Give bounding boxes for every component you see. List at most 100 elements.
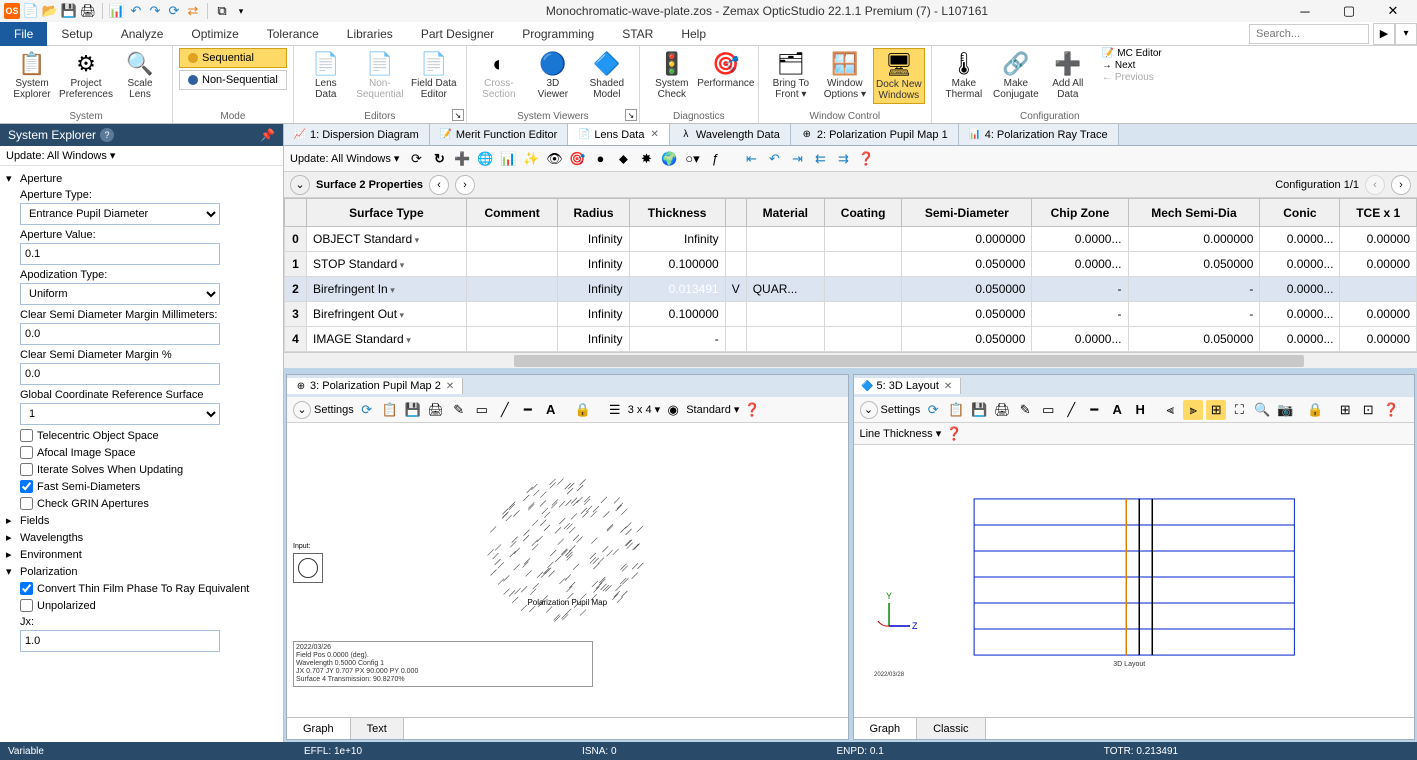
col-header[interactable]: Chip Zone [1032, 199, 1128, 227]
grid-cell[interactable] [466, 227, 558, 252]
ribbon-3d-viewer[interactable]: 🔵3D Viewer [527, 48, 579, 102]
layout-pen-icon[interactable]: ✎ [1015, 400, 1035, 420]
check-telecentric-object-space[interactable] [20, 429, 33, 442]
grid-cell[interactable] [824, 252, 901, 277]
col-header[interactable]: Radius [558, 199, 629, 227]
tab-1--dispersion-diagram[interactable]: 📈1: Dispersion Diagram [284, 124, 430, 145]
close-icon[interactable]: ✕ [446, 381, 454, 392]
nonsequential-mode-button[interactable]: Non-Sequential [179, 70, 287, 90]
tb-wand-icon[interactable]: ✨ [521, 149, 541, 169]
pupil-rect-icon[interactable]: ▭ [472, 400, 492, 420]
grid-cell[interactable]: Infinity [558, 327, 629, 352]
grid-cell[interactable]: 4 [285, 327, 307, 352]
surface-row-1[interactable]: 1STOP StandardInfinity0.1000000.0500000.… [285, 252, 1417, 277]
layout-rect-icon[interactable]: ▭ [1038, 400, 1058, 420]
qat-print-icon[interactable]: 🖨 [80, 3, 96, 19]
tab-4--polarization-ray-trace[interactable]: 📊4: Polarization Ray Trace [959, 124, 1119, 145]
grid-cell[interactable]: 0.100000 [629, 302, 725, 327]
surface-row-0[interactable]: 0OBJECT StandardInfinityInfinity0.000000… [285, 227, 1417, 252]
layout-fit-icon[interactable]: ⛶ [1229, 400, 1249, 420]
col-header[interactable]: Comment [466, 199, 558, 227]
qat-new-icon[interactable]: 📄 [23, 3, 39, 19]
grid-cell[interactable]: Infinity [629, 227, 725, 252]
config-mc-editor[interactable]: 📝MC Editor [1102, 48, 1162, 59]
grid-cell[interactable]: 0 [285, 227, 307, 252]
layout-cam-icon[interactable]: 📷 [1275, 400, 1295, 420]
grid-cell[interactable] [824, 302, 901, 327]
grid-cell[interactable]: - [629, 327, 725, 352]
ribbon-scale-lens[interactable]: 🔍Scale Lens [114, 48, 166, 102]
pupil-menu-icon[interactable]: ⌄ [293, 401, 311, 419]
line-thickness-dropdown[interactable]: Line Thickness ▾ [860, 427, 942, 440]
qat-open-icon[interactable]: 📂 [42, 3, 58, 19]
pupil-layers-icon[interactable]: ☰ [605, 400, 625, 420]
grid-cell[interactable]: - [1128, 277, 1260, 302]
ribbon-dock-new-windows[interactable]: 🖥Dock New Windows [873, 48, 925, 104]
pupil-text-icon[interactable]: A [541, 400, 561, 420]
check-unpolarized[interactable] [20, 599, 33, 612]
ribbon-add-all-data[interactable]: ➕Add All Data [1042, 48, 1094, 102]
search-go-button[interactable]: ▶ [1373, 23, 1395, 45]
qat-redo-icon[interactable]: ↷ [147, 3, 163, 19]
viewers-launcher[interactable]: ↘ [625, 109, 637, 121]
grid-cell[interactable]: V [725, 277, 746, 302]
pupil-pen-icon[interactable]: ✎ [449, 400, 469, 420]
col-header[interactable] [725, 199, 746, 227]
col-header[interactable]: Conic [1260, 199, 1340, 227]
section-environment[interactable]: ▸Environment [6, 546, 277, 563]
grid-cell[interactable]: 0.00000 [1340, 252, 1417, 277]
grid-cell[interactable]: Infinity [558, 252, 629, 277]
tb-diamond-icon[interactable]: ⬥ [613, 149, 633, 169]
col-header[interactable]: Thickness [629, 199, 725, 227]
col-header[interactable]: Material [746, 199, 824, 227]
ribbon-system-explorer[interactable]: 📋System Explorer [6, 48, 58, 102]
pupil-copy-icon[interactable]: 📋 [380, 400, 400, 420]
grid-cell[interactable] [725, 252, 746, 277]
qat-windows-icon[interactable]: ⧉ [214, 3, 230, 19]
menu-optimize[interactable]: Optimize [177, 22, 252, 46]
grid-cell[interactable]: 0.00000 [1340, 302, 1417, 327]
layout-axes1-icon[interactable]: ⫷ [1160, 400, 1180, 420]
grid-cell[interactable] [824, 227, 901, 252]
close-icon[interactable]: ✕ [944, 381, 952, 392]
tb-target-icon[interactable]: 🎯 [567, 149, 587, 169]
config-next-button[interactable]: › [1391, 175, 1411, 195]
check-convert-thin-film-phase-to-ray-equivalent[interactable] [20, 582, 33, 595]
qat-refresh-icon[interactable]: ⟳ [166, 3, 182, 19]
grid-cell[interactable]: 3 [285, 302, 307, 327]
grid-cell[interactable]: 0.0000... [1032, 252, 1128, 277]
grid-cell[interactable]: 0.0000... [1260, 327, 1340, 352]
grid-cell[interactable]: 0.0000... [1260, 302, 1340, 327]
pupil-standard-dropdown[interactable]: Standard ▾ [686, 403, 739, 416]
grid-cell[interactable] [746, 252, 824, 277]
grid-cell[interactable]: 0.050000 [1128, 252, 1260, 277]
menu-setup[interactable]: Setup [47, 22, 106, 46]
grid-cell[interactable]: - [1032, 302, 1128, 327]
layout-help2-icon[interactable]: ❓ [944, 424, 964, 444]
pupil-refresh-icon[interactable]: ⟳ [357, 400, 377, 420]
pupil-tab[interactable]: ⊕3: Polarization Pupil Map 2✕ [287, 378, 463, 394]
grid-cell[interactable]: 0.013491 [629, 277, 725, 302]
csd-pct-input[interactable] [20, 363, 220, 385]
grid-cell[interactable] [1340, 277, 1417, 302]
gcrs-select[interactable]: 1 [20, 403, 220, 425]
grid-cell[interactable]: Infinity [558, 302, 629, 327]
menu-star[interactable]: STAR [608, 22, 667, 46]
col-header[interactable] [285, 199, 307, 227]
pupil-text-tab[interactable]: Text [351, 718, 404, 739]
section-wavelengths[interactable]: ▸Wavelengths [6, 529, 277, 546]
lens-update-dropdown[interactable]: Update: All Windows ▾ [290, 152, 399, 165]
search-input[interactable] [1249, 24, 1369, 44]
surf-prev-button[interactable]: ‹ [429, 175, 449, 195]
layout-axes3-icon[interactable]: ⊞ [1206, 400, 1226, 420]
grid-cell[interactable] [746, 327, 824, 352]
ribbon-shaded-model[interactable]: 🔷Shaded Model [581, 48, 633, 102]
tb-bars-icon[interactable]: 📊 [498, 149, 518, 169]
grid-cell[interactable]: 0.0000... [1260, 277, 1340, 302]
tb-expand-icon[interactable]: ⇥ [787, 149, 807, 169]
ribbon-make-conjugate[interactable]: 🔗Make Conjugate [990, 48, 1042, 102]
surf-next-button[interactable]: › [455, 175, 475, 195]
layout-text-icon[interactable]: A [1107, 400, 1127, 420]
grid-cell[interactable]: OBJECT Standard [307, 227, 467, 252]
layout-dash-icon[interactable]: ━ [1084, 400, 1104, 420]
